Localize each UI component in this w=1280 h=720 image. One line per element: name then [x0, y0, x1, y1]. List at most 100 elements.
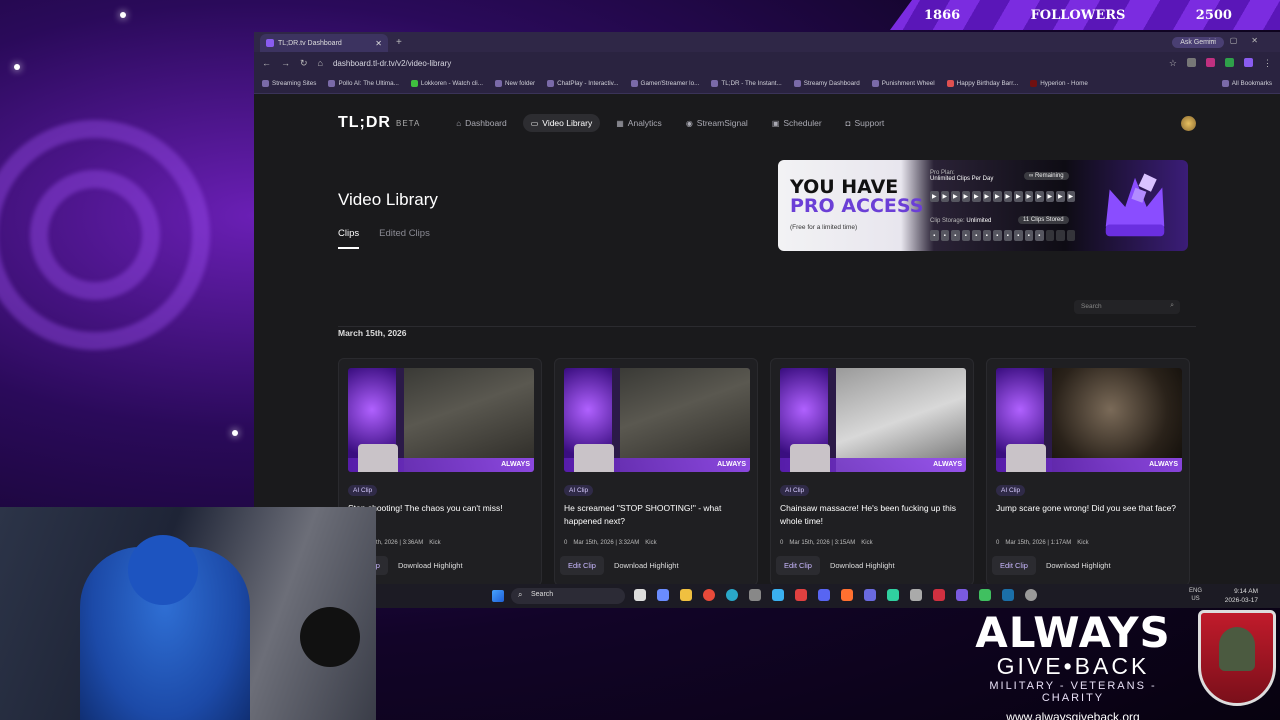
nav-links: ⌂ Dashboard ▭ Video Library ▦ Analytics ◉ St…: [448, 114, 892, 132]
window-controls[interactable]: —▢✕: [1208, 36, 1272, 45]
extension-icon[interactable]: [1187, 57, 1196, 67]
streamer-hood: [128, 535, 198, 605]
signal-icon: ◉: [685, 118, 693, 128]
app-icon[interactable]: [979, 589, 991, 601]
nav-label: StreamSignal: [696, 118, 748, 128]
app-icon[interactable]: [864, 589, 876, 601]
bookmark-item[interactable]: Pollo AI: The Ultima...: [328, 80, 399, 87]
storage-slot: ▪: [972, 230, 981, 241]
taskbar-search[interactable]: ⌕ Search: [511, 588, 625, 604]
storage-label: Clip Storage:: [930, 218, 965, 224]
bookmark-item[interactable]: Happy Birthday Barr...: [946, 80, 1018, 87]
steam-icon[interactable]: [1002, 589, 1014, 601]
nav-video-library[interactable]: ▭ Video Library: [522, 114, 601, 132]
clip-slot: ▶: [951, 191, 960, 202]
search-input[interactable]: Search ⌕: [1074, 300, 1180, 314]
reload-icon[interactable]: ↻: [300, 58, 308, 69]
bookmark-item[interactable]: Lokkoren - Watch cli...: [410, 80, 483, 87]
bookmark-label: All Bookmarks: [1231, 80, 1272, 87]
app-icon[interactable]: [933, 589, 945, 601]
extension-icon[interactable]: [1244, 57, 1253, 67]
nav-analytics[interactable]: ▦ Analytics: [608, 114, 670, 132]
edit-clip-button[interactable]: Edit Clip: [560, 556, 604, 575]
app-icon[interactable]: [772, 589, 784, 601]
nav-dashboard[interactable]: ⌂ Dashboard: [448, 114, 514, 132]
download-highlight-button[interactable]: Download Highlight: [610, 556, 683, 575]
bookmark-label: TL;DR - The Instant...: [721, 80, 782, 87]
nav-scheduler[interactable]: ▣ Scheduler: [764, 114, 830, 132]
view-count: 0: [564, 540, 568, 546]
task-view-icon[interactable]: [634, 589, 646, 601]
edit-clip-button[interactable]: Edit Clip: [776, 556, 820, 575]
edit-clip-button[interactable]: Edit Clip: [992, 556, 1036, 575]
clip-slot: ▶: [1003, 191, 1012, 202]
bookmark-item[interactable]: Punishment Wheel: [871, 80, 935, 87]
bookmark-item[interactable]: Hyperion - Home: [1030, 80, 1088, 87]
extension-icon[interactable]: [1225, 57, 1234, 67]
app-icon[interactable]: [956, 589, 968, 601]
extensions-area: ☆ ⋮: [1169, 57, 1272, 69]
page-content: TL;DR BETA ⌂ Dashboard ▭ Video Library ▦ An…: [254, 94, 1280, 584]
nav-label: Analytics: [627, 118, 662, 128]
bookmark-item[interactable]: Gamer/Streamer lo...: [630, 80, 699, 87]
app-icon[interactable]: [749, 589, 761, 601]
extension-icon[interactable]: [1206, 57, 1215, 67]
settings-icon[interactable]: [1025, 589, 1037, 601]
start-icon[interactable]: [492, 590, 504, 602]
followers-goal: 2500: [1195, 7, 1232, 23]
clip-card[interactable]: ALWAYS AI Clip He screamed "STOP SHOOTIN…: [554, 358, 758, 584]
browser-tab[interactable]: TL;DR.tv Dashboard ✕: [260, 34, 388, 52]
clip-card[interactable]: ALWAYS AI Clip Jump scare gone wrong! Di…: [986, 358, 1190, 584]
file-explorer-icon[interactable]: [680, 589, 692, 601]
tab-clips[interactable]: Clips: [338, 228, 360, 249]
storage-row: ▪ ▪ ▪ ▪ ▪ ▪ ▪ ▪ ▪ ▪ ▪: [930, 230, 1075, 241]
edge-icon[interactable]: [726, 589, 738, 601]
remaining-pill: ∞ Remaining: [1024, 172, 1069, 180]
bookmark-item[interactable]: Streamy Dashboard: [793, 80, 860, 87]
download-highlight-button[interactable]: Download Highlight: [1042, 556, 1115, 575]
nav-streamsignal[interactable]: ◉ StreamSignal: [678, 114, 756, 132]
app-icon[interactable]: [887, 589, 899, 601]
chrome-icon[interactable]: [703, 589, 715, 601]
bookmark-favicon-icon: [410, 80, 418, 87]
app-icon[interactable]: [910, 589, 922, 601]
search-icon[interactable]: ⌕: [1170, 302, 1174, 310]
bookmark-label: New folder: [504, 80, 536, 87]
folder-icon: [1221, 80, 1229, 87]
clip-thumbnail[interactable]: ALWAYS: [996, 368, 1182, 472]
logo-line2: GIVE•BACK: [996, 653, 1150, 679]
language-indicator[interactable]: ENG US: [1189, 587, 1202, 603]
app-icon[interactable]: [841, 589, 853, 601]
all-bookmarks[interactable]: All Bookmarks: [1221, 80, 1272, 87]
bookmark-item[interactable]: Streaming Sites: [262, 80, 316, 87]
app-logo[interactable]: TL;DR: [338, 114, 391, 132]
new-tab-icon[interactable]: +: [396, 37, 402, 48]
clip-thumbnail[interactable]: ALWAYS: [780, 368, 966, 472]
back-icon[interactable]: ←: [262, 58, 271, 68]
discord-icon[interactable]: [818, 589, 830, 601]
clip-card[interactable]: ALWAYS AI Clip Chainsaw massacre! He's b…: [770, 358, 974, 584]
bookmark-item[interactable]: New folder: [494, 80, 536, 87]
bookmark-item[interactable]: TL;DR - The Instant...: [711, 80, 782, 87]
plan-info: Pro Plan: Unlimited Clips Per Day: [930, 170, 993, 182]
nav-support[interactable]: ◘ Support: [838, 114, 893, 132]
divider: [338, 326, 1196, 327]
download-highlight-button[interactable]: Download Highlight: [826, 556, 899, 575]
bookmark-item[interactable]: ChatPlay - Interactiv...: [547, 80, 619, 87]
clip-thumbnail[interactable]: ALWAYS: [564, 368, 750, 472]
storage-slot: [1045, 230, 1054, 241]
bookmark-star-icon[interactable]: ☆: [1169, 58, 1177, 69]
app-icon[interactable]: [657, 589, 669, 601]
app-icon[interactable]: [795, 589, 807, 601]
close-tab-icon[interactable]: ✕: [375, 39, 382, 48]
clip-thumbnail[interactable]: ALWAYS: [348, 368, 534, 472]
url-field[interactable]: dashboard.tl-dr.tv/v2/video-library: [333, 59, 451, 68]
download-highlight-button[interactable]: Download Highlight: [394, 556, 467, 575]
home-icon[interactable]: ⌂: [318, 58, 323, 68]
avatar[interactable]: [1181, 115, 1196, 131]
tab-edited-clips[interactable]: Edited Clips: [379, 228, 430, 249]
clock[interactable]: 9:14 AM 2026-03-17: [1225, 587, 1258, 605]
forward-icon[interactable]: →: [281, 58, 290, 68]
menu-icon[interactable]: ⋮: [1263, 58, 1272, 69]
brand-mark: ALWAYS: [717, 461, 746, 468]
